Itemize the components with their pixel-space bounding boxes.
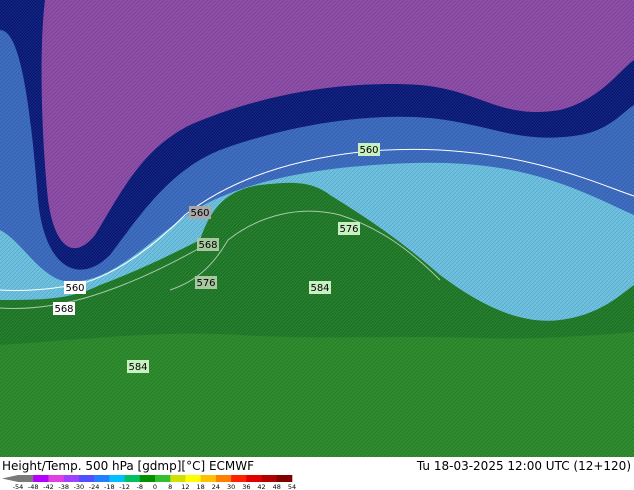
colorbar-swatch	[185, 475, 201, 482]
colorbar-tick-label: -12	[119, 483, 130, 490]
colorbar-swatch	[261, 475, 278, 482]
colorbar-tick-label: -24	[89, 483, 100, 490]
colorbar-swatch	[78, 475, 95, 482]
colorbar-swatch	[155, 475, 171, 482]
contour-label: 560	[190, 208, 209, 219]
colorbar-swatch	[33, 475, 49, 482]
map-title: Height/Temp. 500 hPa [gdmp][°C] ECMWF	[2, 459, 255, 473]
contour-label: 568	[198, 240, 217, 251]
weather-map: 560 560 576 568 576 584 560 568 584 Heig…	[0, 0, 634, 490]
colorbar-tick-label: 18	[197, 483, 205, 490]
colorbar-tick-label: 36	[242, 483, 250, 490]
colorbar-swatch	[18, 475, 34, 482]
colorbar-swatch	[215, 475, 232, 482]
contour-label: 576	[196, 278, 215, 289]
contour-label: 560	[359, 145, 378, 156]
map-canvas: 560 560 576 568 576 584 560 568 584	[0, 0, 634, 457]
colorbar-swatch	[231, 475, 247, 482]
colorbar-tick-label: -30	[74, 483, 85, 490]
contour-label: 584	[128, 362, 147, 373]
contour-label: 560	[65, 283, 84, 294]
contour-label: 584	[310, 283, 329, 294]
contour-label: 568	[54, 304, 73, 315]
colorbar-tick-label: 54	[288, 483, 296, 490]
colorbar-swatch	[246, 475, 262, 482]
colorbar: -54 -48 -42 -38 -30 -24 -18 -12 -8 0 8 12 18 24 30 36 42…	[2, 475, 296, 490]
colorbar-swatch	[48, 475, 64, 482]
colorbar-tick-label: -8	[137, 483, 143, 490]
colorbar-tick-label: 8	[168, 483, 172, 490]
colorbar-tick-label: -38	[58, 483, 69, 490]
colorbar-tick-label: -18	[104, 483, 115, 490]
colorbar-tick-label: 12	[181, 483, 189, 490]
colorbar-tick-label: 0	[153, 483, 157, 490]
colorbar-swatch	[124, 475, 141, 482]
colorbar-swatch	[170, 475, 186, 482]
colorbar-swatch	[94, 475, 110, 482]
colorbar-tick-label: 24	[212, 483, 220, 490]
colorbar-swatch	[200, 475, 217, 482]
colorbar-swatch	[63, 475, 80, 482]
map-valid-time: Tu 18-03-2025 12:00 UTC (12+120)	[416, 459, 631, 473]
colorbar-swatch	[139, 475, 156, 482]
map-footer: Height/Temp. 500 hPa [gdmp][°C] ECMWF Tu…	[0, 457, 634, 490]
colorbar-arrow-left	[2, 475, 18, 482]
colorbar-tick-label: -54	[13, 483, 24, 490]
contour-label: 576	[339, 224, 358, 235]
colorbar-swatch	[276, 475, 293, 482]
colorbar-swatch	[109, 475, 125, 482]
colorbar-tick-label: -48	[28, 483, 39, 490]
colorbar-tick-label: 48	[273, 483, 281, 490]
colorbar-tick-label: -42	[43, 483, 54, 490]
colorbar-tick-label: 30	[227, 483, 235, 490]
colorbar-tick-label: 42	[257, 483, 265, 490]
